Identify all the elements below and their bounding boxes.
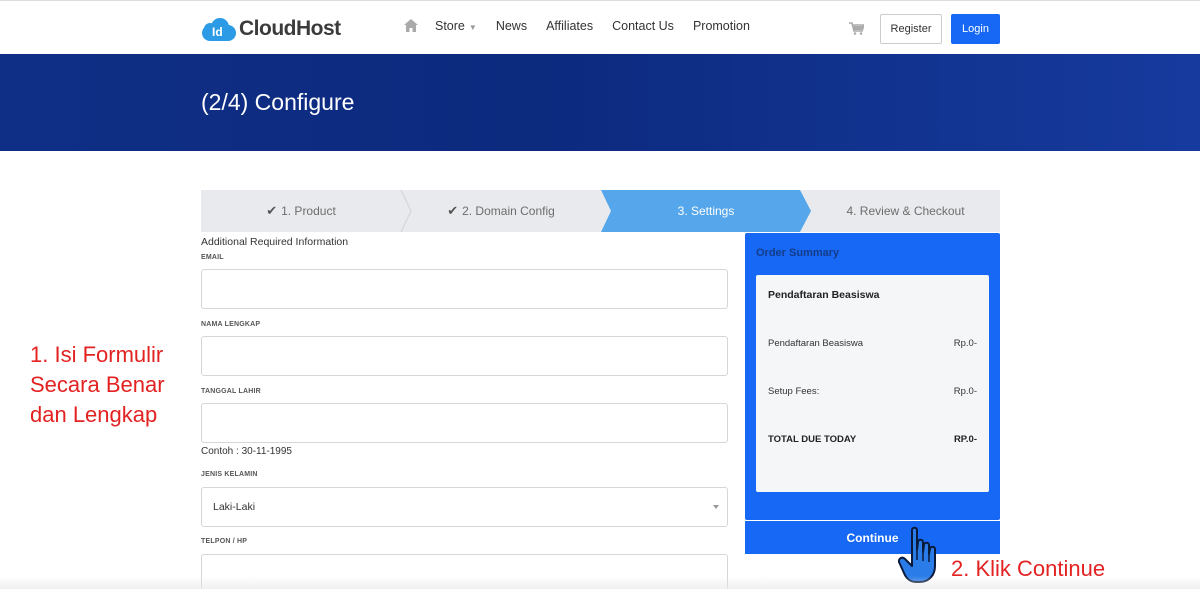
step-product[interactable]: ✔ 1. Product bbox=[201, 190, 401, 232]
main-nav: Store ▼ News Affiliates Contact Us Promot… bbox=[404, 19, 769, 33]
order-summary-panel: Order Summary Pendaftaran Beasiswa Penda… bbox=[745, 233, 1000, 520]
top-navbar: Id CloudHost Store ▼ News Affiliates Cont… bbox=[0, 0, 1200, 54]
step-settings[interactable]: 3. Settings bbox=[601, 190, 811, 232]
nav-store[interactable]: Store ▼ bbox=[435, 19, 477, 33]
nav-news[interactable]: News bbox=[496, 19, 527, 33]
nav-contact-us[interactable]: Contact Us bbox=[612, 19, 674, 33]
gender-label: JENIS KELAMIN bbox=[201, 471, 258, 478]
chevron-down-icon: ▼ bbox=[468, 23, 477, 32]
summary-row-value: Rp.0- bbox=[953, 338, 977, 349]
instruction-line: Secara Benar bbox=[30, 372, 165, 397]
summary-total-value: RP.0- bbox=[953, 434, 977, 445]
order-summary-card: Pendaftaran Beasiswa Pendaftaran Beasisw… bbox=[756, 275, 989, 492]
chevron-down-icon bbox=[713, 505, 719, 509]
cloud-logo-icon: Id bbox=[202, 17, 236, 41]
dob-hint: Contoh : 30-11-1995 bbox=[201, 446, 292, 457]
instruction-line: dan Lengkap bbox=[30, 402, 158, 427]
email-field[interactable] bbox=[201, 269, 728, 309]
home-icon[interactable] bbox=[404, 19, 418, 33]
register-button[interactable]: Register bbox=[880, 14, 942, 44]
summary-row-value: Rp.0- bbox=[953, 386, 977, 397]
logo-text: CloudHost bbox=[239, 17, 341, 40]
nav-store-label: Store bbox=[435, 19, 465, 33]
summary-product-name: Pendaftaran Beasiswa bbox=[768, 289, 880, 301]
order-summary-title: Order Summary bbox=[756, 247, 840, 259]
summary-row: Setup Fees: Rp.0- bbox=[768, 386, 977, 397]
page-header-banner: (2/4) Configure bbox=[0, 54, 1200, 151]
step-product-label: 1. Product bbox=[281, 204, 336, 218]
nav-affiliates[interactable]: Affiliates bbox=[546, 19, 593, 33]
cart-icon[interactable] bbox=[849, 22, 866, 35]
step-review-checkout-label: 4. Review & Checkout bbox=[846, 204, 965, 218]
nav-promotion[interactable]: Promotion bbox=[693, 19, 750, 33]
email-label: EMAIL bbox=[201, 254, 224, 261]
page-title: (2/4) Configure bbox=[201, 89, 355, 115]
continue-button[interactable]: Continue bbox=[745, 521, 1000, 554]
summary-row: Pendaftaran Beasiswa Rp.0- bbox=[768, 338, 977, 349]
phone-label: TELPON / HP bbox=[201, 538, 248, 545]
summary-total-label: TOTAL DUE TODAY bbox=[768, 434, 857, 445]
dob-field[interactable] bbox=[201, 403, 728, 443]
step-domain-config[interactable]: ✔ 2. Domain Config bbox=[401, 190, 601, 232]
page-fade bbox=[0, 576, 1200, 589]
summary-row-label: Pendaftaran Beasiswa bbox=[768, 338, 864, 349]
full-name-field[interactable] bbox=[201, 336, 728, 376]
dob-label: TANGGAL LAHIR bbox=[201, 388, 261, 395]
logo-badge: Id bbox=[212, 25, 223, 39]
step-settings-label: 3. Settings bbox=[677, 204, 735, 218]
check-icon: ✔ bbox=[266, 203, 278, 218]
check-icon: ✔ bbox=[447, 203, 459, 218]
checkout-steps: ✔ 1. Product ✔ 2. Domain Config 3. Setti… bbox=[201, 190, 1000, 232]
gender-select-value: Laki-Laki bbox=[213, 501, 256, 513]
summary-total-row: TOTAL DUE TODAY RP.0- bbox=[768, 434, 977, 445]
step-domain-config-label: 2. Domain Config bbox=[462, 204, 555, 218]
cloudhost-logo[interactable]: Id CloudHost bbox=[202, 15, 341, 43]
required-info-form: Additional Required Information EMAIL NA… bbox=[201, 234, 728, 589]
step-review-checkout[interactable]: 4. Review & Checkout bbox=[811, 190, 1000, 232]
login-button[interactable]: Login bbox=[951, 14, 1000, 44]
summary-row-label: Setup Fees: bbox=[768, 386, 820, 397]
name-label: NAMA LENGKAP bbox=[201, 321, 261, 328]
gender-select[interactable]: Laki-Laki bbox=[201, 487, 728, 527]
form-section-title: Additional Required Information bbox=[201, 236, 349, 248]
instruction-line: 1. Isi Formulir bbox=[30, 342, 164, 367]
instruction-step-1: 1. Isi Formulir Secara Benar dan Lengkap bbox=[30, 340, 200, 430]
